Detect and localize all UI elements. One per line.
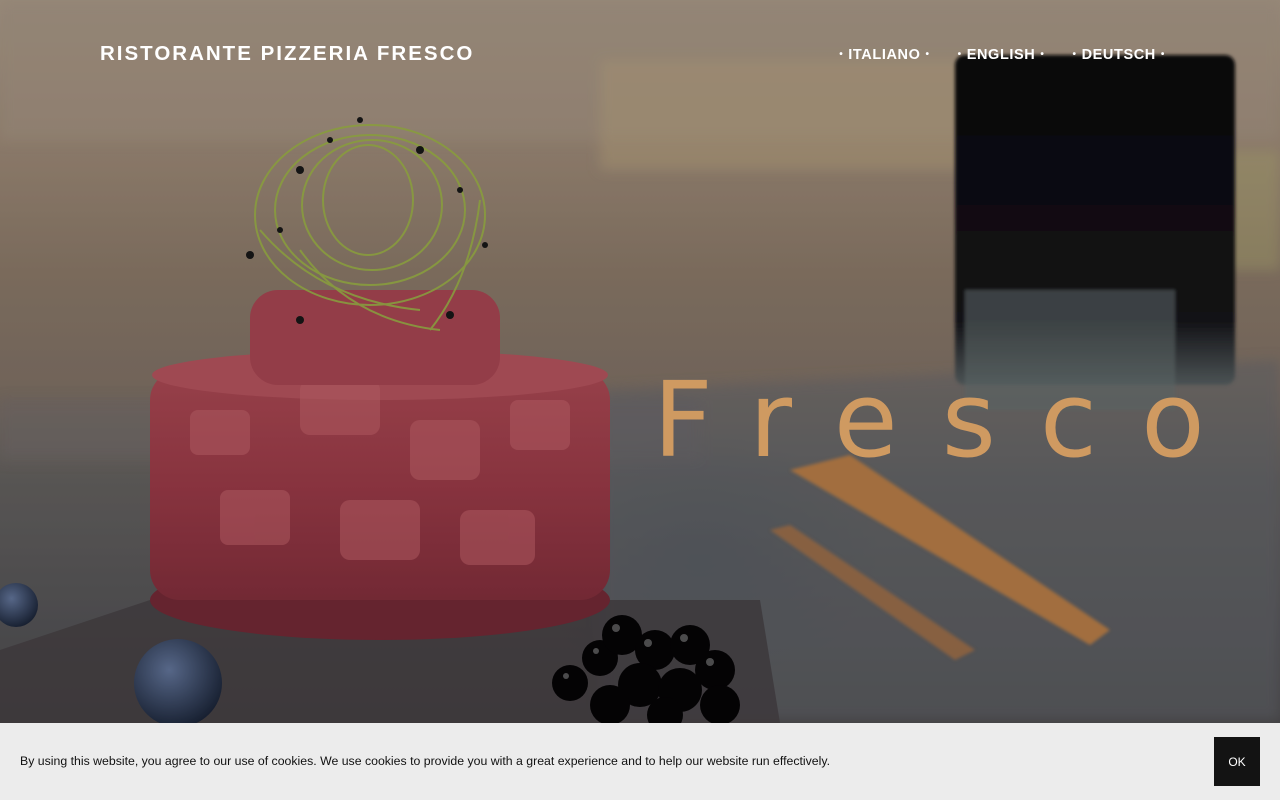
site-title-link[interactable]: RISTORANTE PIZZERIA FRESCO: [100, 42, 474, 66]
site-header: RISTORANTE PIZZERIA FRESCO • ITALIANO • • E…: [0, 0, 1280, 110]
cookie-banner: By using this website, you agree to our …: [0, 723, 1280, 800]
hero-heading: Fresco: [653, 359, 1249, 481]
cookie-message: By using this website, you agree to our …: [20, 754, 831, 768]
bullet-dot: •: [957, 49, 962, 60]
cookie-ok-button[interactable]: OK: [1214, 737, 1260, 786]
bullet-dot: •: [1040, 49, 1045, 60]
language-label: DEUTSCH: [1081, 47, 1156, 63]
bullet-dot: •: [925, 49, 930, 60]
language-link-italiano[interactable]: • ITALIANO •: [834, 47, 934, 63]
language-label: ITALIANO: [848, 47, 921, 63]
language-link-deutsch[interactable]: • DEUTSCH •: [1067, 47, 1170, 63]
bullet-dot: •: [839, 49, 844, 60]
bullet-dot: •: [1160, 49, 1165, 60]
language-nav: • ITALIANO • • ENGLISH • • DEUTSCH •: [834, 47, 1170, 63]
language-label: ENGLISH: [966, 47, 1036, 63]
language-link-english[interactable]: • ENGLISH •: [953, 47, 1050, 63]
bullet-dot: •: [1072, 49, 1077, 60]
hero-section: RISTORANTE PIZZERIA FRESCO • ITALIANO • • E…: [0, 0, 1280, 800]
